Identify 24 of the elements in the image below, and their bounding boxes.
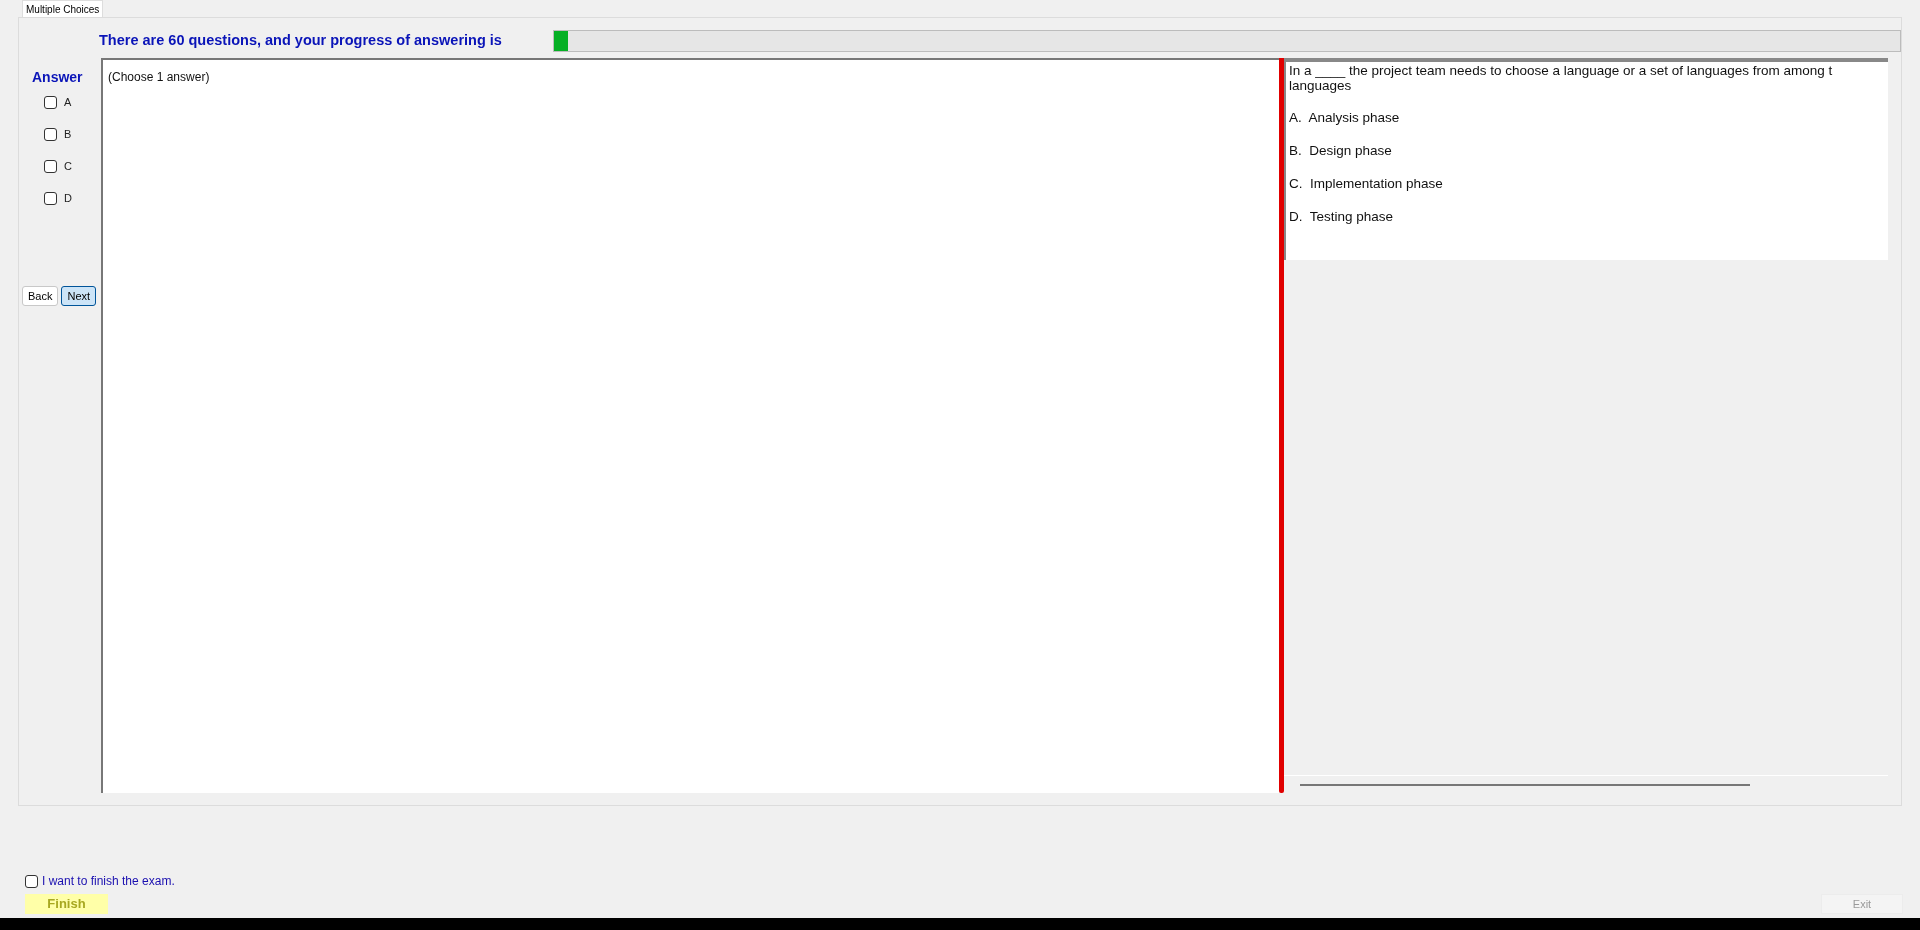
- instruction-text: (Choose 1 answer): [108, 70, 210, 84]
- choice-text: D. Testing phase: [1289, 208, 1395, 226]
- answer-checkbox[interactable]: [44, 192, 57, 205]
- choice-text: B. Design phase: [1289, 142, 1393, 160]
- scrollbar-thumb[interactable]: [1300, 783, 1750, 786]
- choice-text: A. Analysis phase: [1289, 109, 1401, 127]
- finish-checkbox[interactable]: [25, 874, 38, 888]
- answer-checkbox[interactable]: [44, 128, 57, 141]
- option-label: C: [64, 159, 72, 175]
- tab[interactable]: Multiple Choices: [22, 0, 104, 17]
- progress-label: There are 60 questions, and your progress of answering is: [99, 31, 503, 51]
- answer-area[interactable]: (Choose 1 answer): [101, 58, 1279, 793]
- question-text: In a ____ the project team needs to choose a language or a set of languages from among t: [1289, 63, 1834, 78]
- option-label: A: [64, 95, 72, 111]
- option-label: B: [64, 127, 72, 143]
- option-label: D: [64, 191, 72, 207]
- nav-button[interactable]: Back: [22, 286, 59, 306]
- answer-heading: Answer: [32, 68, 84, 87]
- choice-text: C. Implementation phase: [1289, 175, 1444, 193]
- answer-checkbox[interactable]: [44, 160, 57, 173]
- nav-button[interactable]: Next: [61, 286, 97, 306]
- question-text: languages: [1289, 78, 1353, 93]
- answer-checkbox[interactable]: [44, 96, 57, 109]
- finish-label: I want to finish the exam.: [42, 873, 175, 890]
